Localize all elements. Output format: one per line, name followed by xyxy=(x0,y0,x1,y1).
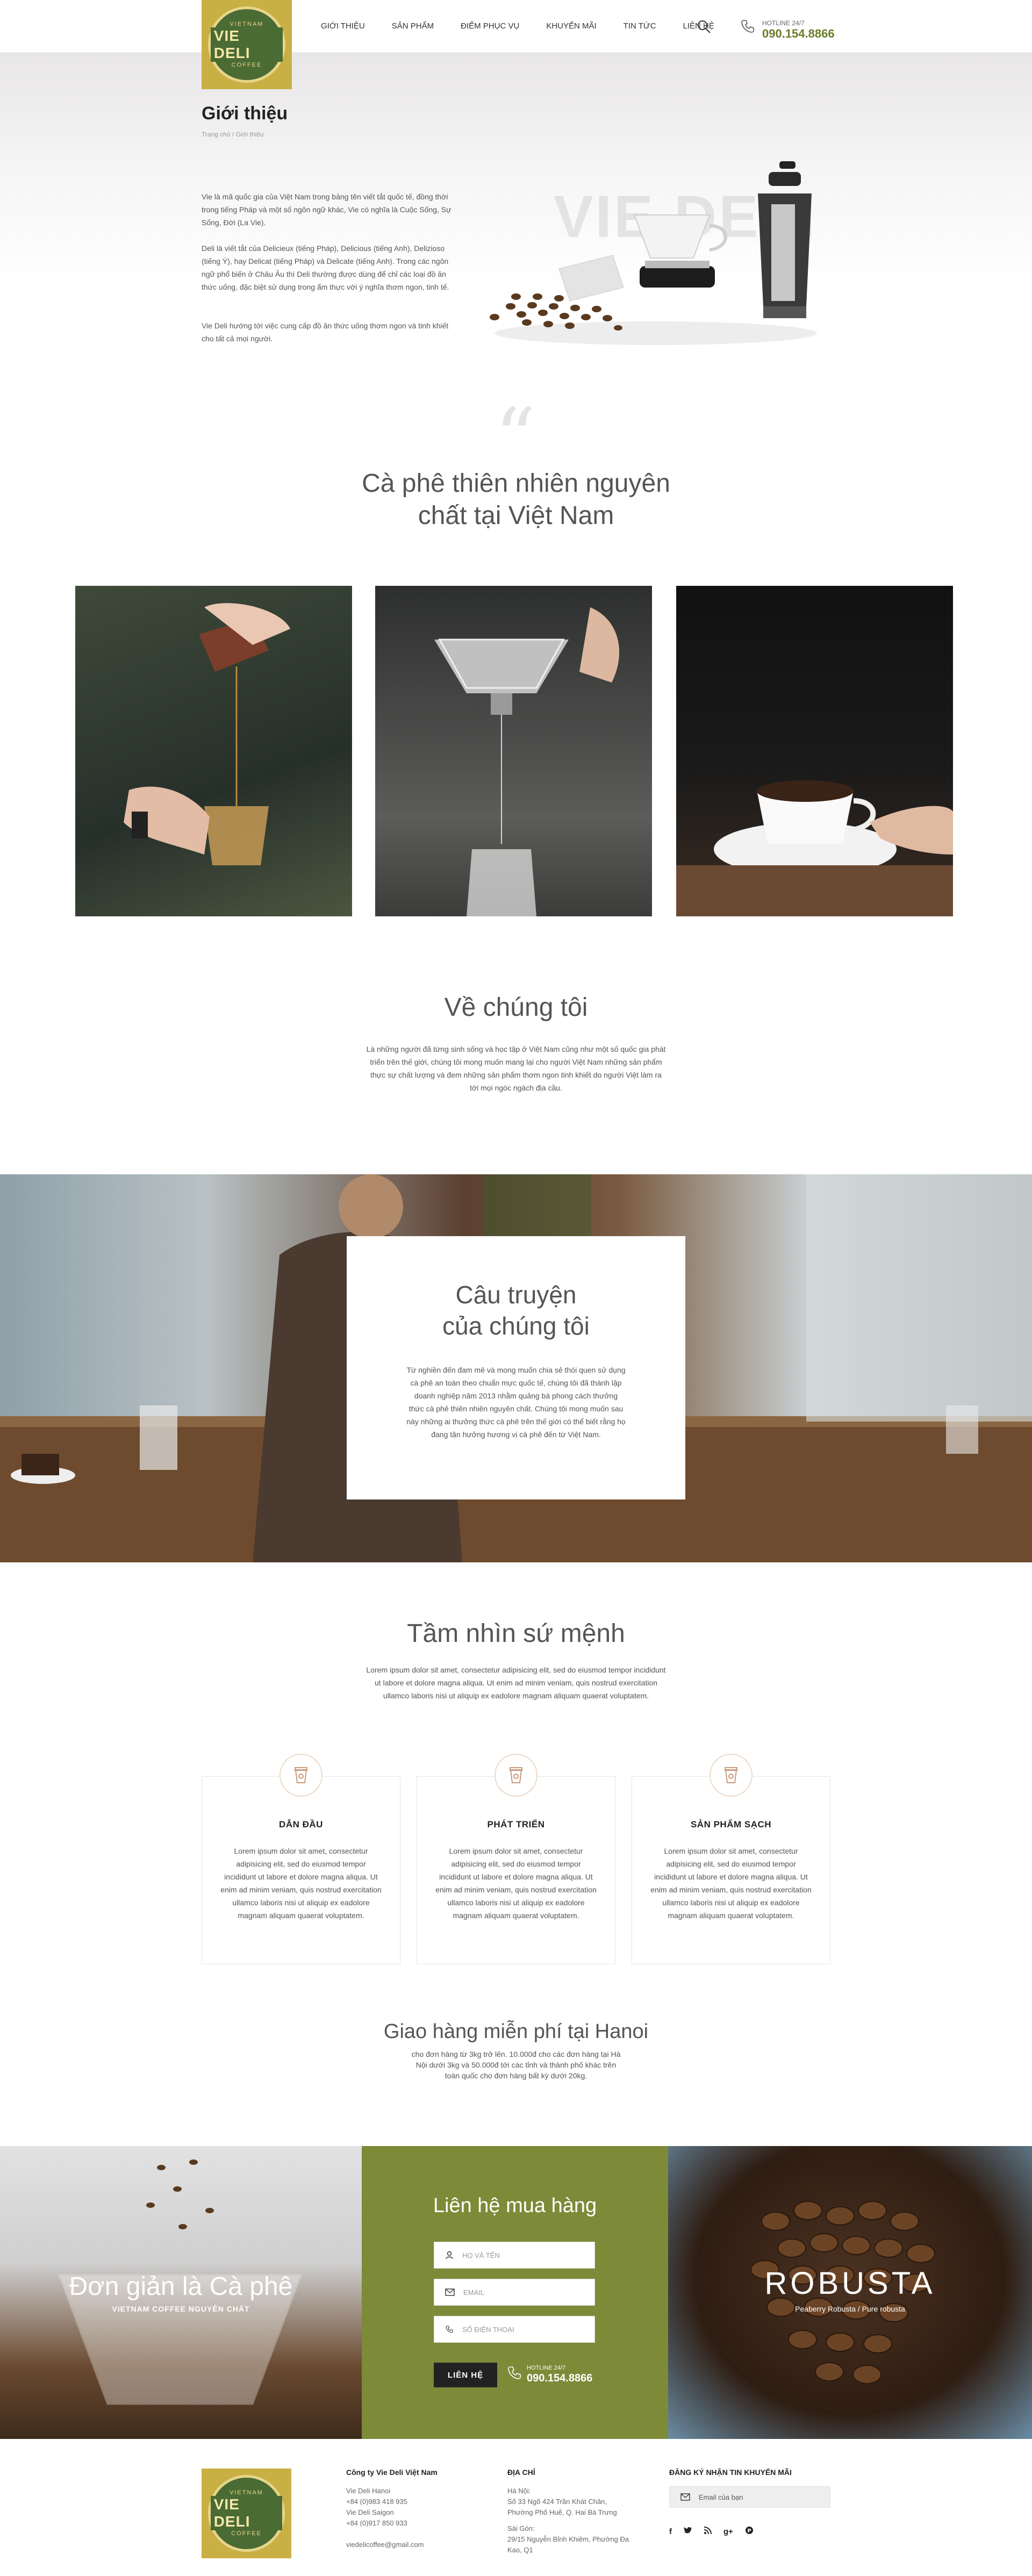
footer-company-info: Vie Deli Hanoi +84 (0)983 418 935 Vie De… xyxy=(346,2486,424,2550)
nav-item-khuyen-mai[interactable]: KHUYẾN MÃI xyxy=(533,0,610,53)
footer-hanoi-label: Hà Nội: xyxy=(507,2487,531,2495)
photo-pouring-coffee xyxy=(75,586,352,916)
footer-logo[interactable]: VIETNAM VIE DELI COFFEE xyxy=(202,2469,291,2558)
newsletter-email-field[interactable]: Email của bạn xyxy=(669,2486,830,2508)
logo-seal: VIETNAM VIE DELI COFFEE xyxy=(207,6,286,83)
story-title: Câu truyện của chúng tôi xyxy=(347,1279,685,1341)
phone-icon xyxy=(506,2365,522,2381)
google-plus-icon[interactable]: g+ xyxy=(723,2527,733,2536)
twitter-icon[interactable] xyxy=(684,2527,692,2536)
main-nav: GIỚI THIỆU SẢN PHẨM ĐIỂM PHỤC VỤ KHUYẾN … xyxy=(307,0,728,53)
site-header: VIETNAM VIE DELI COFFEE GIỚI THIỆU SẢN P… xyxy=(0,0,1032,89)
logo-text: VIE DELI xyxy=(210,27,283,62)
footer-logo-seal: VIETNAM VIE DELI COFFEE xyxy=(207,2474,285,2552)
promo-right-title: ROBUSTA xyxy=(764,2266,936,2301)
contact-hotline-label: HOTLINE 24/7 xyxy=(527,2365,566,2371)
footer-spacer xyxy=(346,2529,424,2539)
about-text: Là những người đã từng sinh sống và học … xyxy=(366,1045,666,1092)
quote-mark: “ xyxy=(494,391,536,485)
footer-email[interactable]: viedelicoffee@gmail.com xyxy=(346,2539,424,2550)
about-title: Về chúng tôi xyxy=(444,993,588,1022)
footer-line[interactable]: +84 (0)917 850 933 xyxy=(346,2518,424,2529)
name-field[interactable]: HỌ VÀ TÊN xyxy=(434,2242,595,2269)
story-title-line-2: của chúng tôi xyxy=(442,1312,590,1340)
promo-left-title: Đơn giản là Cà phê xyxy=(69,2272,293,2301)
intro-paragraph-1: Vie là mã quốc gia của Việt Nam trong bả… xyxy=(202,192,452,227)
nav-item-gioi-thieu[interactable]: GIỚI THIỆU xyxy=(307,0,378,53)
svg-text:P: P xyxy=(747,2528,751,2534)
footer-logo-top-text: VIETNAM xyxy=(230,2489,263,2496)
contact-submit-button[interactable]: LIÊN HỆ xyxy=(434,2363,497,2387)
vision-card-text: Lorem ipsum dolor sit amet, consectetur … xyxy=(435,1847,597,1920)
promo-right-subtitle: Peaberry Robusta / Pure robusta xyxy=(795,2305,905,2313)
footer-newsletter-title: ĐĂNG KÝ NHẬN TIN KHUYẾN MÃI xyxy=(669,2468,792,2477)
footer-address-title: ĐỊA CHỈ xyxy=(507,2468,535,2477)
newsletter-placeholder: Email của bạn xyxy=(699,2493,743,2501)
vision-title: Tầm nhìn sứ mệnh xyxy=(407,1619,625,1648)
cup-icon xyxy=(710,1754,752,1797)
nav-item-tin-tuc[interactable]: TIN TỨC xyxy=(610,0,670,53)
hotline-label: HOTLINE 24/7 xyxy=(762,19,805,27)
vision-card-text: Lorem ipsum dolor sit amet, consectetur … xyxy=(650,1847,812,1920)
story-title-line-1: Câu truyện xyxy=(455,1281,577,1309)
user-icon xyxy=(446,2251,453,2259)
quote-title-line-2: chất tại Việt Nam xyxy=(418,501,614,530)
footer-line: Vie Deli Hanoi xyxy=(346,2487,391,2495)
search-icon[interactable] xyxy=(697,19,712,34)
email-placeholder: EMAIL xyxy=(463,2288,485,2297)
logo-bottom-text: COFFEE xyxy=(231,62,262,68)
hotline-number[interactable]: 090.154.8866 xyxy=(762,27,835,41)
cup-icon xyxy=(280,1754,322,1797)
breadcrumb[interactable]: Trang chủ / Giới thiệu xyxy=(202,131,263,138)
phone-icon xyxy=(740,18,756,34)
quote-title: Cà phê thiên nhiên nguyên chất tại Việt … xyxy=(301,468,731,532)
delivery-text: cho đơn hàng từ 3kg trở lên. 10.000đ cho… xyxy=(411,2050,621,2080)
phone-placeholder: SỐ ĐIỆN THOẠI xyxy=(462,2325,514,2334)
delivery-title: Giao hàng miễn phí tại Hanoi xyxy=(383,2020,649,2043)
photo-coffee-cup xyxy=(676,586,953,916)
cup-icon xyxy=(494,1754,538,1797)
footer-company-title: Công ty Vie Deli Việt Nam xyxy=(346,2468,438,2477)
logo-top-text: VIETNAM xyxy=(230,21,264,27)
vision-card-text: Lorem ipsum dolor sit amet, consectetur … xyxy=(220,1847,382,1920)
footer-line[interactable]: +84 (0)983 418 935 xyxy=(346,2496,424,2507)
email-field[interactable]: EMAIL xyxy=(434,2279,595,2306)
vision-card-title: PHÁT TRIỂN xyxy=(487,1819,545,1829)
footer-logo-bottom-text: COFFEE xyxy=(231,2530,262,2537)
mail-icon xyxy=(680,2493,690,2501)
vision-card-title: DẪN ĐẦU xyxy=(279,1819,323,1829)
nav-item-diem-phuc-vu[interactable]: ĐIỂM PHỤC VỤ xyxy=(447,0,533,53)
vision-text: Lorem ipsum dolor sit amet, consectetur … xyxy=(366,1666,666,1700)
footer-line: Vie Deli Saigon xyxy=(346,2508,394,2516)
name-placeholder: HỌ VÀ TÊN xyxy=(462,2251,500,2259)
phone-icon xyxy=(446,2326,453,2333)
page-title: Giới thiệu xyxy=(202,103,288,124)
contact-hotline-number[interactable]: 090.154.8866 xyxy=(527,2372,592,2385)
footer-logo-text: VIE DELI xyxy=(210,2496,283,2531)
quote-title-line-1: Cà phê thiên nhiên nguyên xyxy=(362,469,670,498)
rss-icon[interactable] xyxy=(704,2527,712,2536)
facebook-icon[interactable]: f xyxy=(669,2527,672,2536)
promo-left-subtitle: VIETNAM COFFEE NGUYÊN CHẤT xyxy=(112,2305,250,2313)
phone-field[interactable]: SỐ ĐIỆN THOẠI xyxy=(434,2316,595,2343)
pinterest-icon[interactable]: P xyxy=(745,2526,754,2537)
story-text: Từ nghiền đến đam mê và mong muốn chia s… xyxy=(406,1366,626,1439)
footer-hanoi-address: Số 33 Ngõ 424 Trần Khát Chân, Phường Phố… xyxy=(507,2498,617,2516)
nav-item-san-pham[interactable]: SẢN PHẨM xyxy=(378,0,447,53)
hero-coffee-equipment-image xyxy=(478,145,855,355)
footer-address: Hà Nội: Số 33 Ngõ 424 Trần Khát Chân, Ph… xyxy=(507,2486,631,2556)
contact-title: Liên hệ mua hàng xyxy=(433,2194,597,2217)
intro-paragraph-3: Vie Deli hướng tới việc cung cấp đồ ăn t… xyxy=(202,321,449,343)
footer-spacer xyxy=(507,2518,631,2523)
intro-paragraph-2: Deli là viết tắt của Delicieux (tiếng Ph… xyxy=(202,244,449,291)
footer-saigon-address: 29/15 Nguyễn Bỉnh Khiêm, Phường Đa Kao, … xyxy=(507,2535,629,2554)
photo-drip-coffee xyxy=(375,586,652,916)
vision-card-title: SẢN PHẨM SẠCH xyxy=(690,1819,772,1829)
mail-icon xyxy=(445,2288,455,2296)
social-links: f g+ P xyxy=(669,2526,754,2537)
brand-logo[interactable]: VIETNAM VIE DELI COFFEE xyxy=(202,0,292,89)
footer-saigon-label: Sài Gòn: xyxy=(507,2524,535,2532)
